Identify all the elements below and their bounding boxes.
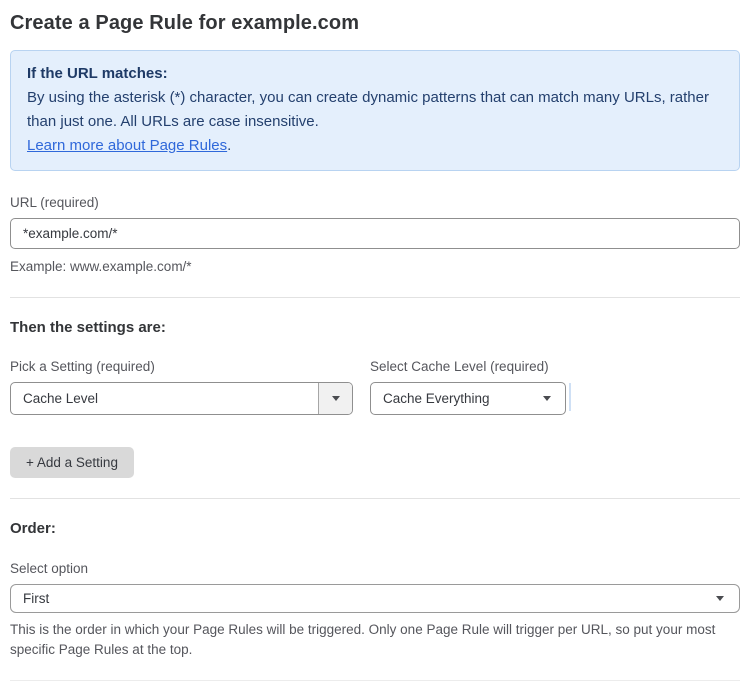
add-setting-button[interactable]: + Add a Setting [10,447,134,478]
learn-more-link[interactable]: Learn more about Page Rules [27,137,227,154]
cache-level-select[interactable]: Cache Everything [370,382,566,415]
chevron-down-icon [716,596,724,601]
url-match-info-box: If the URL matches: By using the asteris… [10,50,740,171]
url-label: URL (required) [10,195,99,210]
divider [10,297,740,298]
setting-picker-label: Pick a Setting (required) [10,359,155,374]
cache-level-select-value: Cache Everything [383,391,490,406]
setting-select[interactable]: Cache Level [10,382,353,415]
page-title: Create a Page Rule for example.com [10,12,360,34]
url-input[interactable] [10,218,740,249]
setting-picker-group: Pick a Setting (required) Cache Level [10,359,353,415]
setting-select-value: Cache Level [23,391,99,406]
info-box-heading: If the URL matches: [27,65,168,82]
dropdown-arrow-box [318,383,352,414]
info-box-link-line: Learn more about Page Rules. [27,134,723,158]
order-section-heading: Order: [10,520,56,537]
info-box-body: By using the asterisk (*) character, you… [27,89,709,130]
order-select[interactable]: First [10,584,740,613]
divider [10,680,740,681]
settings-section-heading: Then the settings are: [10,319,166,336]
text-cursor-artifact [569,383,571,411]
order-select-label: Select option [10,561,89,576]
url-example-helper: Example: www.example.com/* [10,259,192,274]
chevron-down-icon [331,396,340,401]
chevron-down-icon [543,396,551,401]
cache-level-picker-group: Select Cache Level (required) Cache Ever… [370,359,566,415]
create-page-rule-form: Create a Page Rule for example.com If th… [0,0,750,691]
cache-level-label: Select Cache Level (required) [370,359,549,374]
divider [10,498,740,499]
url-field-group: URL (required) Example: www.example.com/… [10,195,740,277]
link-period: . [227,137,232,154]
order-select-value: First [23,591,50,606]
order-helper-text: This is the order in which your Page Rul… [10,622,716,657]
settings-row: Pick a Setting (required) Cache Level Se… [10,359,740,415]
